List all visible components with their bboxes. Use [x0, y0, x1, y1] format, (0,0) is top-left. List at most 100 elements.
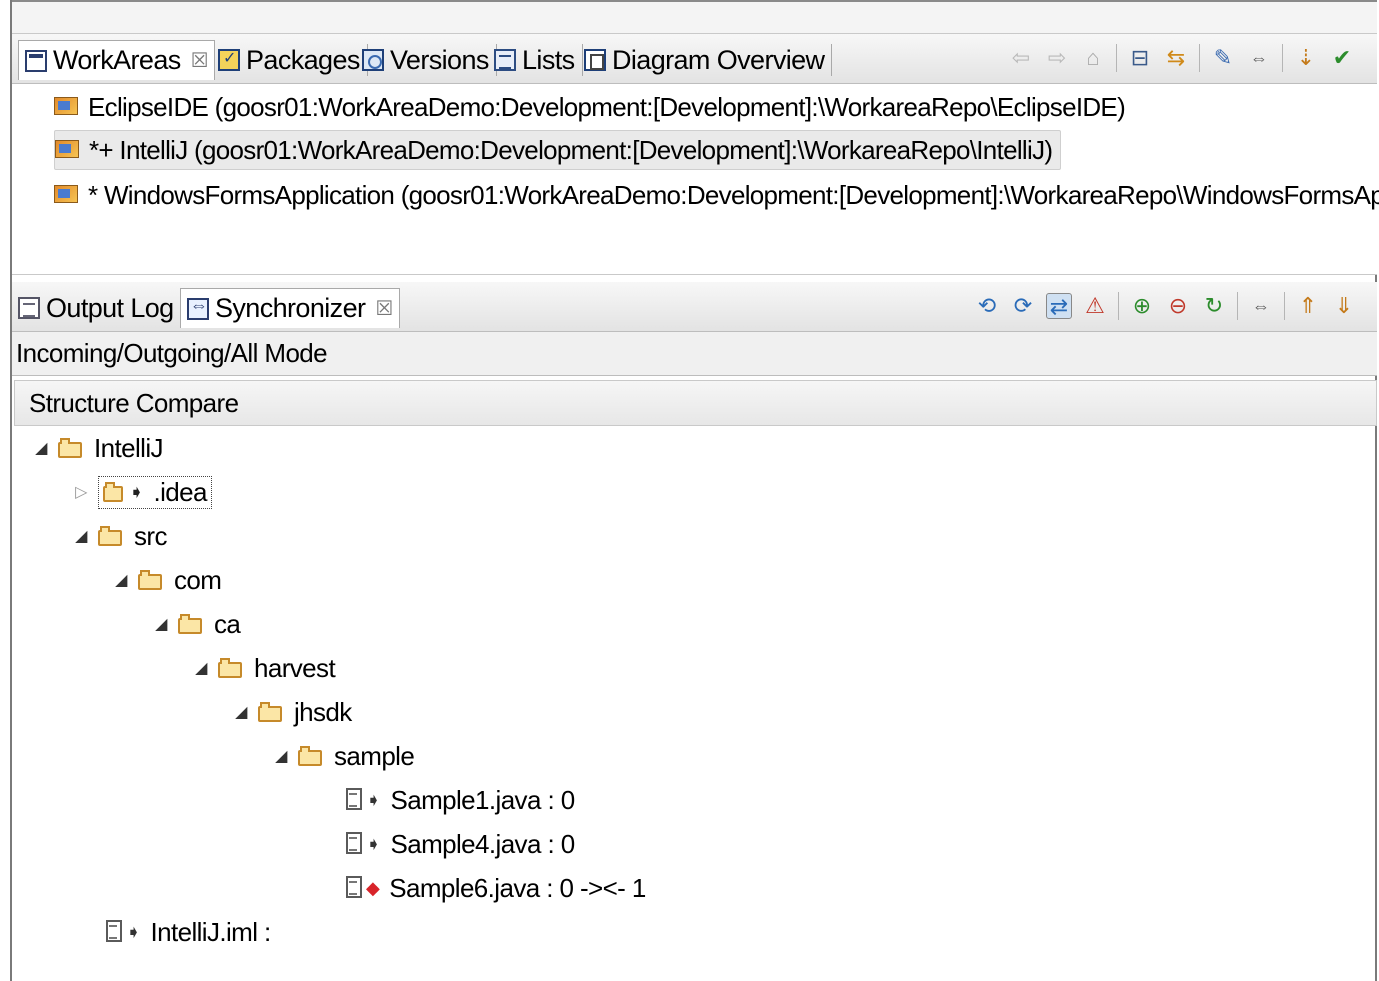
tree-node-label: IntelliJ.iml : [150, 916, 271, 947]
tree-node-label: com [174, 564, 222, 595]
file-icon [106, 920, 130, 944]
structure-compare-header: Structure Compare [14, 380, 1377, 426]
tree-node-label: harvest [254, 652, 336, 683]
edit-icon[interactable]: ✎ [1210, 45, 1236, 71]
tab-versions[interactable]: Versions [356, 40, 497, 80]
expand-toggle-icon[interactable]: ◢ [234, 702, 248, 722]
synchronizer-tab-bar: Output Log Synchronizer ☒ ⟲ ⟳ ⇄ ⚠ ⊕ ⊖ ↻ … [12, 282, 1377, 332]
tree-node-label: IntelliJ [94, 432, 164, 463]
file-icon [346, 788, 370, 812]
tree-node-label: .idea [153, 476, 207, 507]
folder-open-icon [218, 658, 244, 678]
up-icon[interactable]: ⇑ [1295, 293, 1321, 319]
tree-node[interactable]: ◢ src [74, 516, 167, 556]
folder-open-icon [258, 702, 284, 722]
workareas-view-icon [25, 49, 47, 72]
outgoing-mode-icon[interactable]: ⟳ [1010, 293, 1036, 319]
list-item[interactable]: * WindowsFormsApplication (goosr01:WorkA… [54, 176, 1379, 214]
swap-icon[interactable]: ⇆ [1163, 45, 1189, 71]
expand-toggle-icon[interactable]: ◢ [194, 658, 208, 678]
tree-node[interactable]: ▷ ➧ .idea [74, 472, 212, 512]
tree-node[interactable]: ◢ ca [154, 604, 241, 644]
workarea-icon [54, 183, 80, 207]
link-icon[interactable]: ⇔ [1248, 293, 1274, 319]
collapse-toggle-icon[interactable]: ▷ [74, 482, 88, 502]
tab-workareas[interactable]: WorkAreas ☒ [18, 40, 215, 80]
synchronizer-toolbar: ⟲ ⟳ ⇄ ⚠ ⊕ ⊖ ↻ ⇔ ⇑ ⇓ [974, 292, 1357, 320]
close-icon[interactable]: ☒ [375, 296, 393, 321]
tree-node-label: Sample4.java : 0 [390, 828, 575, 859]
focused-node: ➧ .idea [98, 475, 212, 509]
forward-arrow-icon[interactable]: ⇨ [1044, 45, 1070, 71]
workareas-toolbar: ⇦ ⇨ ⌂ ⊟ ⇆ ✎ ⇔ ⇣ ✔ [1008, 44, 1355, 72]
tab-lists[interactable]: Lists [488, 40, 583, 80]
tree-node-label: Sample6.java : 0 -><- 1 [389, 872, 646, 903]
tab-diagram-overview[interactable]: Diagram Overview [578, 40, 833, 80]
list-item[interactable]: EclipseIDE (goosr01:WorkAreaDemo:Develop… [54, 88, 1126, 126]
folder-open-icon [178, 614, 204, 634]
close-icon[interactable]: ☒ [191, 48, 209, 73]
tab-packages[interactable]: Packages [212, 40, 368, 80]
versions-icon [362, 49, 384, 71]
tab-label: Packages [246, 44, 360, 75]
tree-node[interactable]: ➧ Sample1.java : 0 [346, 780, 575, 820]
folder-outgoing-icon [103, 482, 129, 502]
tree-node-label: jhsdk [294, 696, 352, 727]
conflict-mode-icon[interactable]: ⚠ [1082, 293, 1108, 319]
workarea-label: *+ IntelliJ (goosr01:WorkAreaDemo:Develo… [89, 134, 1053, 165]
folder-open-icon [138, 570, 164, 590]
tree-node[interactable]: ◢ harvest [194, 648, 336, 688]
tab-label: Versions [390, 44, 489, 75]
packages-icon [218, 48, 240, 71]
tab-label: Synchronizer [215, 293, 366, 323]
tab-label: WorkAreas [53, 45, 181, 75]
workarea-label: EclipseIDE (goosr01:WorkAreaDemo:Develop… [88, 91, 1126, 122]
tab-label: Output Log [46, 292, 174, 323]
check-icon[interactable]: ✔ [1329, 45, 1355, 71]
file-icon [346, 876, 370, 900]
refresh-icon[interactable]: ↻ [1201, 293, 1227, 319]
tree-node[interactable]: ◆ Sample6.java : 0 -><- 1 [346, 868, 646, 908]
tab-label: Diagram Overview [612, 44, 825, 75]
add-icon[interactable]: ⊕ [1129, 293, 1155, 319]
folder-open-icon [98, 526, 124, 546]
tab-output-log[interactable]: Output Log [12, 288, 180, 328]
tree-node[interactable]: ◢ com [114, 560, 222, 600]
workarea-label: * WindowsFormsApplication (goosr01:WorkA… [88, 179, 1379, 210]
folder-open-icon [58, 438, 84, 458]
tree-node[interactable]: ➧ Sample4.java : 0 [346, 824, 575, 864]
tree-node-label: src [134, 520, 167, 551]
expand-toggle-icon[interactable]: ◢ [154, 614, 168, 634]
workareas-tab-bar: WorkAreas ☒ Packages Versions Lists Diag… [12, 34, 1377, 84]
list-item[interactable]: *+ IntelliJ (goosr01:WorkAreaDemo:Develo… [54, 130, 1062, 170]
synchronizer-icon [187, 295, 209, 320]
tree-node[interactable]: ◢ IntelliJ [34, 428, 163, 468]
diagram-overview-icon [584, 49, 606, 71]
back-arrow-icon[interactable]: ⇦ [1008, 45, 1034, 71]
tree-node[interactable]: ◢ sample [274, 736, 415, 776]
workarea-icon [55, 138, 81, 162]
tree-node-label: Sample1.java : 0 [390, 784, 575, 815]
tree-node-label: ca [214, 608, 241, 639]
file-icon [346, 832, 370, 856]
workareas-list: EclipseIDE (goosr01:WorkAreaDemo:Develop… [12, 84, 1379, 275]
outgoing-arrow-icon: ➧ [129, 481, 144, 502]
all-mode-icon[interactable]: ⇄ [1046, 293, 1072, 319]
tree-node[interactable]: ➧ IntelliJ.iml : [106, 912, 271, 952]
tree-node[interactable]: ◢ jhsdk [234, 692, 352, 732]
home-icon[interactable]: ⌂ [1080, 45, 1106, 71]
incoming-mode-icon[interactable]: ⟲ [974, 293, 1000, 319]
expand-toggle-icon[interactable]: ◢ [274, 746, 288, 766]
link-icon[interactable]: ⇔ [1246, 45, 1272, 71]
expand-toggle-icon[interactable]: ◢ [74, 526, 88, 546]
pin-icon[interactable]: ⇣ [1293, 45, 1319, 71]
remove-icon[interactable]: ⊖ [1165, 293, 1191, 319]
collapse-all-icon[interactable]: ⊟ [1127, 45, 1153, 71]
workarea-icon [54, 95, 80, 119]
tab-synchronizer[interactable]: Synchronizer ☒ [180, 288, 400, 328]
folder-open-icon [298, 746, 324, 766]
expand-toggle-icon[interactable]: ◢ [114, 570, 128, 590]
editor-area-strip [12, 0, 1377, 34]
down-icon[interactable]: ⇓ [1331, 293, 1357, 319]
expand-toggle-icon[interactable]: ◢ [34, 438, 48, 458]
